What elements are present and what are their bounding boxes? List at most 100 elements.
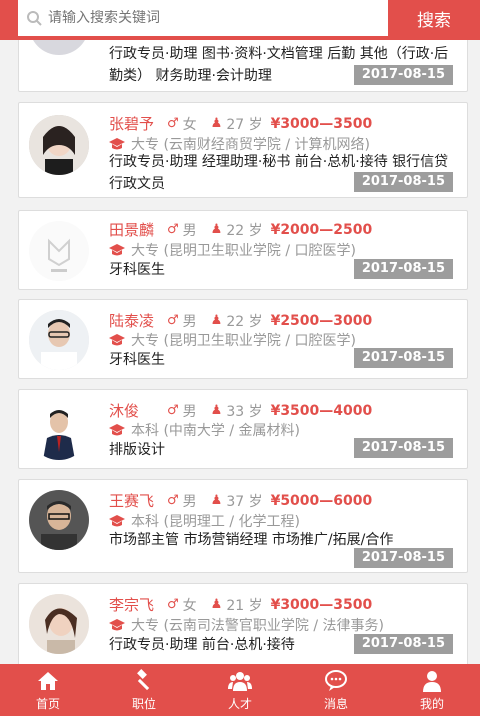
gender: ♂ 女: [167, 114, 197, 134]
graduation-cap-icon: [109, 515, 125, 527]
graduation-cap-icon: [109, 424, 125, 436]
tab-label: 我的: [419, 696, 444, 711]
age-label: 27 岁: [226, 116, 263, 133]
candidate-name[interactable]: 沐俊: [109, 400, 159, 421]
candidate-name[interactable]: 田景麟: [109, 219, 159, 240]
tab-profile[interactable]: 我的: [384, 664, 480, 716]
age-label: 22 岁: [226, 222, 263, 239]
search-button[interactable]: 搜索: [388, 0, 480, 36]
education: 大专 (昆明卫生职业学院 / 口腔医学): [109, 330, 356, 350]
candidate-header: 李宗飞 ♂ 女 ♟ 21 岁 ¥3000—3500: [109, 594, 372, 615]
gender-icon: ♂: [167, 116, 179, 131]
gender-label: 男: [182, 403, 197, 420]
gender-icon: ♂: [167, 313, 179, 328]
education: 大专 (云南司法警官职业学院 / 法律事务): [109, 615, 384, 635]
person-icon: ♟: [210, 116, 223, 131]
gender-icon: ♂: [167, 403, 179, 418]
candidate-header: 陆泰凌 ♂ 男 ♟ 22 岁 ¥2500—3000: [109, 310, 372, 331]
gender-label: 女: [182, 597, 197, 614]
candidate-card[interactable]: 王赛飞 ♂ 男 ♟ 37 岁 ¥5000—6000 本科 (昆明理工 / 化学工程)…: [18, 479, 468, 573]
date-badge: 2017-08-15: [353, 634, 453, 654]
age: ♟ 21 岁: [211, 595, 263, 615]
bottom-tab-bar: 首页 职位 人才 消息 我的: [0, 664, 480, 716]
people-icon: [228, 671, 252, 691]
education: 本科 (昆明理工 / 化学工程): [109, 511, 300, 531]
search-input[interactable]: [48, 10, 368, 26]
person-icon: ♟: [210, 493, 223, 508]
candidate-card[interactable]: 陆泰凌 ♂ 男 ♟ 22 岁 ¥2500—3000 大专 (昆明卫生职业学院 / 口…: [18, 299, 468, 379]
person-icon: ♟: [210, 222, 223, 237]
age-label: 37 岁: [226, 493, 263, 510]
person-icon: ♟: [210, 403, 223, 418]
tab-messages[interactable]: 消息: [288, 664, 384, 716]
person-icon: ♟: [210, 313, 223, 328]
candidate-card[interactable]: 田景麟 ♂ 男 ♟ 22 岁 ¥2000—2500 大专 (昆明卫生职业学院 / 口…: [18, 210, 468, 290]
gavel-icon: [137, 668, 150, 690]
avatar: [29, 310, 89, 370]
candidate-name[interactable]: 陆泰凌: [109, 310, 159, 331]
home-icon: [38, 671, 58, 690]
date-badge: 2017-08-15: [353, 259, 453, 279]
candidate-card[interactable]: 李宗飞 ♂ 女 ♟ 21 岁 ¥3000—3500 大专 (云南司法警官职业学院 /…: [18, 583, 468, 673]
education: 大专 (昆明卫生职业学院 / 口腔医学): [109, 240, 356, 260]
search-icon: [27, 11, 42, 26]
avatar: [29, 400, 89, 460]
tab-label: 消息: [323, 696, 348, 711]
chat-icon: [325, 669, 347, 691]
avatar: [29, 221, 89, 281]
candidate-card[interactable]: 张碧予 ♂ 女 ♟ 27 岁 ¥3000—3500 大专 (云南财经商贸学院 / 计…: [18, 102, 468, 198]
graduation-cap-icon: [109, 244, 125, 256]
salary: ¥3500—4000: [270, 402, 373, 419]
salary: ¥5000—6000: [270, 492, 373, 509]
education-label: 大专 (昆明卫生职业学院 / 口腔医学): [131, 243, 356, 259]
date-badge: 2017-08-15: [353, 65, 453, 85]
education-label: 大专 (昆明卫生职业学院 / 口腔医学): [131, 333, 356, 349]
candidate-name[interactable]: 张碧予: [109, 113, 159, 134]
graduation-cap-icon: [109, 619, 125, 631]
age: ♟ 22 岁: [211, 311, 263, 331]
gender-label: 女: [182, 116, 197, 133]
tab-jobs[interactable]: 职位: [96, 664, 192, 716]
date-badge: 2017-08-15: [353, 348, 453, 368]
search-box: [18, 0, 388, 36]
tab-label: 人才: [227, 696, 252, 711]
education-label: 大专 (云南司法警官职业学院 / 法律事务): [131, 618, 384, 634]
salary: ¥3000—3500: [270, 596, 373, 613]
candidate-header: 田景麟 ♂ 男 ♟ 22 岁 ¥2000—2500: [109, 219, 372, 240]
tab-label: 首页: [35, 696, 60, 711]
date-badge: 2017-08-15: [353, 548, 453, 568]
age: ♟ 37 岁: [211, 491, 263, 511]
gender-icon: ♂: [167, 597, 179, 612]
salary: ¥2000—2500: [270, 221, 373, 238]
candidate-card[interactable]: 沐俊 ♂ 男 ♟ 33 岁 ¥3500—4000 本科 (中南大学 / 金属材料) …: [18, 389, 468, 469]
candidate-header: 王赛飞 ♂ 男 ♟ 37 岁 ¥5000—6000: [109, 490, 372, 511]
gender: ♂ 女: [167, 595, 197, 615]
graduation-cap-icon: [109, 138, 125, 150]
gender-icon: ♂: [167, 222, 179, 237]
education-label: 本科 (中南大学 / 金属材料): [131, 423, 300, 439]
avatar: [29, 490, 89, 550]
candidate-header: 张碧予 ♂ 女 ♟ 27 岁 ¥3000—3500: [109, 113, 372, 134]
tab-home[interactable]: 首页: [0, 664, 96, 716]
user-icon: [423, 670, 441, 692]
candidate-header: 沐俊 ♂ 男 ♟ 33 岁 ¥3500—4000: [109, 400, 372, 421]
top-bar: 搜索: [0, 0, 480, 40]
graduation-cap-icon: [109, 334, 125, 346]
gender-label: 男: [182, 313, 197, 330]
gender: ♂ 男: [167, 311, 197, 331]
candidate-name[interactable]: 李宗飞: [109, 594, 159, 615]
salary: ¥3000—3500: [270, 115, 373, 132]
gender-label: 男: [182, 493, 197, 510]
education-label: 本科 (昆明理工 / 化学工程): [131, 514, 300, 530]
gender-icon: ♂: [167, 493, 179, 508]
age-label: 21 岁: [226, 597, 263, 614]
candidate-name[interactable]: 王赛飞: [109, 490, 159, 511]
gender-label: 男: [182, 222, 197, 239]
person-icon: ♟: [210, 597, 223, 612]
avatar: [29, 115, 89, 175]
date-badge: 2017-08-15: [353, 438, 453, 458]
salary: ¥2500—3000: [270, 312, 373, 329]
tab-talent[interactable]: 人才: [192, 664, 288, 716]
gender: ♂ 男: [167, 491, 197, 511]
gender: ♂ 男: [167, 401, 197, 421]
